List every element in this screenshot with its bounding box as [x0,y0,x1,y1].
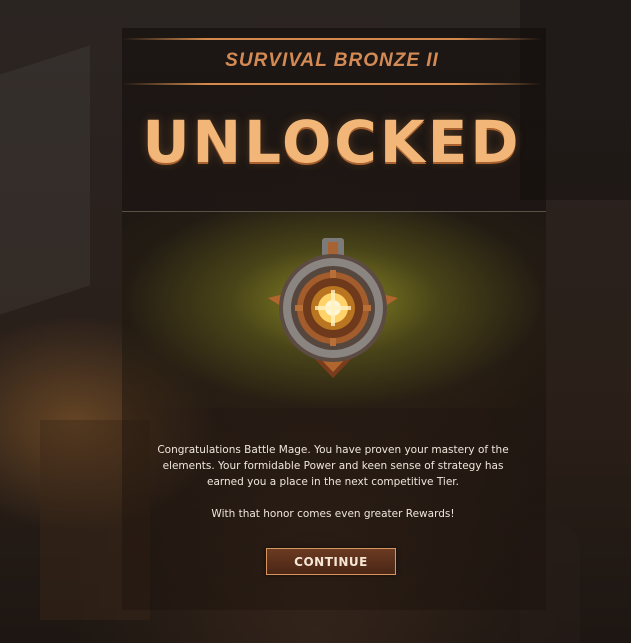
message-paragraph-1: Congratulations Battle Mage. You have pr… [157,444,509,488]
message-paragraph-2: With that honor comes even greater Rewar… [211,508,455,520]
title-rule-top [122,38,542,40]
unlocked-headline: UNLOCKED [142,108,522,176]
tier-title: SURVIVAL BRONZE II [225,50,439,71]
continue-button[interactable]: CONTINUE [266,548,396,575]
background-wall-shape [0,45,90,315]
congratulations-message: Congratulations Battle Mage. You have pr… [150,442,516,522]
bronze-rank-emblem-icon [258,236,408,386]
title-rule-bottom [122,83,542,85]
